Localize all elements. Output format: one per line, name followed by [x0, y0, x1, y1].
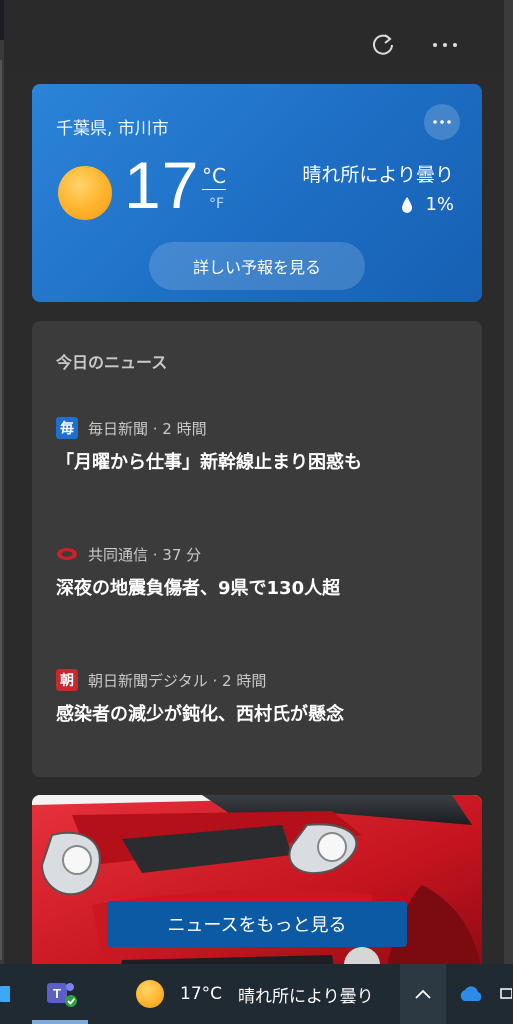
- weather-temperature: 17: [124, 148, 200, 222]
- folder-icon: [0, 986, 10, 1002]
- sun-icon: [136, 980, 164, 1008]
- top-stories-card: 今日のニュース 毎 毎日新聞 · 2 時間 「月曜から仕事」新幹線止まり困惑も …: [32, 321, 482, 777]
- forecast-button[interactable]: 詳しい予報を見る: [149, 242, 365, 290]
- unit-fahrenheit-toggle[interactable]: °F: [209, 196, 224, 212]
- show-hidden-icons-button[interactable]: [400, 964, 446, 1024]
- story-headline[interactable]: 感染者の減少が鈍化、西村氏が懸念: [56, 703, 466, 726]
- raindrop-icon: [402, 196, 413, 213]
- more-news-button[interactable]: ニュースをもっと見る: [107, 901, 407, 947]
- news-story[interactable]: 毎 毎日新聞 · 2 時間 「月曜から仕事」新幹線止まり困惑も: [56, 417, 466, 474]
- weather-location: 千葉県, 市川市: [56, 119, 169, 139]
- kyodo-logo-icon: [56, 543, 78, 565]
- news-and-interests-panel: 千葉県, 市川市 17 °C °F 晴れ所により曇り 1% 詳しい予報を見る 今…: [4, 0, 504, 964]
- taskbar-temperature: 17°C: [180, 984, 223, 1004]
- story-source: 朝日新聞デジタル · 2 時間: [88, 671, 267, 690]
- news-card-title: 今日のニュース: [56, 353, 168, 372]
- story-headline[interactable]: 深夜の地震負傷者、9県で130人超: [56, 577, 466, 600]
- story-source-row: 共同通信 · 37 分: [56, 543, 466, 565]
- svg-text:T: T: [53, 986, 61, 1001]
- panel-header-actions: [366, 28, 462, 62]
- explorer-taskbar-button[interactable]: [0, 964, 14, 1024]
- precipitation-value: 1%: [425, 194, 454, 215]
- news-story[interactable]: 朝 朝日新聞デジタル · 2 時間 感染者の減少が鈍化、西村氏が懸念: [56, 669, 466, 726]
- taskbar: T 17°C 晴れ所により曇り: [0, 964, 513, 1024]
- asahi-logo-icon: 朝: [56, 669, 78, 691]
- weather-card[interactable]: 千葉県, 市川市 17 °C °F 晴れ所により曇り 1% 詳しい予報を見る: [32, 84, 482, 302]
- unit-celsius-toggle[interactable]: °C: [202, 164, 226, 190]
- ellipsis-icon: [433, 120, 451, 124]
- refresh-button[interactable]: [366, 28, 400, 62]
- taskbar-weather-widget[interactable]: 17°C 晴れ所により曇り: [136, 964, 374, 1024]
- teams-icon: T: [47, 983, 77, 1007]
- story-source-row: 毎 毎日新聞 · 2 時間: [56, 417, 466, 439]
- chevron-up-icon: [415, 989, 431, 999]
- onedrive-button[interactable]: [454, 964, 488, 1024]
- teams-taskbar-button[interactable]: T: [32, 964, 88, 1024]
- active-indicator: [32, 1020, 88, 1024]
- weather-condition: 晴れ所により曇り: [302, 164, 454, 186]
- story-source: 共同通信 · 37 分: [88, 545, 202, 564]
- story-source: 毎日新聞 · 2 時間: [88, 419, 207, 438]
- taskbar-condition: 晴れ所により曇り: [238, 986, 374, 1007]
- story-source-row: 朝 朝日新聞デジタル · 2 時間: [56, 669, 466, 691]
- onedrive-cloud-icon: [460, 986, 482, 1001]
- story-headline[interactable]: 「月曜から仕事」新幹線止まり困惑も: [56, 451, 466, 474]
- weather-more-button[interactable]: [424, 104, 460, 140]
- tray-item[interactable]: [500, 964, 513, 1024]
- monitor-icon: [500, 988, 512, 999]
- mainichi-logo-icon: 毎: [56, 417, 78, 439]
- weather-precipitation: 1%: [401, 194, 454, 215]
- more-options-button[interactable]: [428, 28, 462, 62]
- sun-icon: [58, 166, 112, 220]
- refresh-icon: [373, 34, 393, 55]
- ellipsis-icon: [433, 43, 457, 47]
- window-edge: [504, 0, 513, 964]
- news-story[interactable]: 共同通信 · 37 分 深夜の地震負傷者、9県で130人超: [56, 543, 466, 600]
